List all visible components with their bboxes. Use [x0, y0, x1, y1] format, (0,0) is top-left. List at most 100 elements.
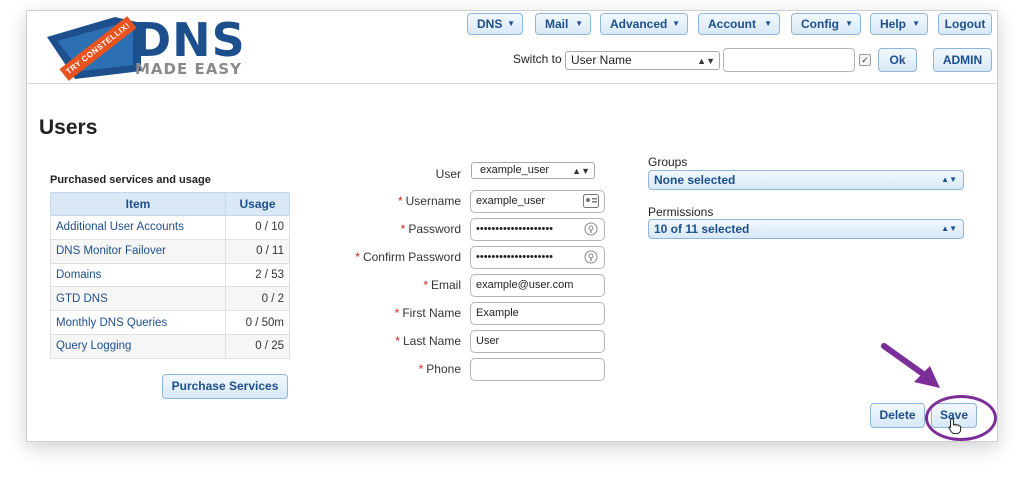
confirm-password-field[interactable]: •••••••••••••••••••• — [470, 246, 605, 269]
permissions-label: Permissions — [648, 205, 714, 219]
confirm-password-value: •••••••••••••••••••• — [476, 251, 554, 263]
table-row: GTD DNS 0 / 2 — [50, 286, 290, 312]
nav-account-label: Account — [708, 17, 756, 31]
nav-config-label: Config — [801, 17, 839, 31]
last-name-label: * Last Name — [301, 334, 461, 348]
password-label: * Password — [301, 222, 461, 236]
page-title: Users — [39, 116, 98, 139]
table-row: DNS Monitor Failover 0 / 11 — [50, 238, 290, 264]
nav-config-menu[interactable]: Config ▼ — [791, 13, 861, 35]
switch-user-input[interactable] — [723, 48, 855, 72]
select-arrows-icon: ▲▼ — [697, 56, 715, 66]
username-field[interactable]: example_user — [470, 190, 605, 213]
phone-label: * Phone — [301, 362, 461, 376]
chevron-down-icon: ▼ — [764, 19, 772, 28]
service-usage: 2 / 53 — [225, 262, 290, 288]
service-item[interactable]: Additional User Accounts — [50, 215, 226, 240]
password-field[interactable]: •••••••••••••••••••• — [470, 218, 605, 241]
service-item[interactable]: Domains — [50, 262, 226, 288]
chevron-down-icon: ▼ — [912, 19, 920, 28]
app-window: TRY CONSTELLIX! DNS MADE EASY DNS ▼ Mail… — [26, 10, 998, 442]
phone-field[interactable] — [470, 358, 605, 381]
table-row: Monthly DNS Queries 0 / 50m — [50, 310, 290, 335]
password-key-icon — [584, 222, 598, 236]
required-mark: * — [355, 250, 360, 264]
select-arrows-icon: ▲▼ — [941, 224, 957, 233]
password-value: •••••••••••••••••••• — [476, 223, 554, 235]
last-name-field[interactable]: User — [470, 330, 605, 353]
required-mark: * — [394, 306, 400, 320]
groups-value: None selected — [654, 173, 736, 187]
services-title: Purchased services and usage — [50, 174, 211, 186]
permissions-value: 10 of 11 selected — [654, 222, 750, 236]
dns-made-easy-logo[interactable]: TRY CONSTELLIX! DNS MADE EASY — [45, 15, 265, 81]
required-mark: * — [400, 222, 406, 236]
first-name-label: * First Name — [301, 306, 461, 320]
first-name-field[interactable]: Example — [470, 302, 605, 325]
ok-button[interactable]: Ok — [878, 48, 917, 72]
select-arrows-icon: ▲▼ — [572, 166, 590, 176]
phone-label-text: Phone — [426, 362, 461, 376]
username-label: * Username — [301, 194, 461, 208]
service-item[interactable]: Monthly DNS Queries — [50, 310, 226, 335]
chevron-down-icon: ▼ — [575, 19, 583, 28]
nav-dns-menu[interactable]: DNS ▼ — [467, 13, 523, 35]
user-select[interactable]: example_user ▲▼ — [471, 162, 595, 179]
annotation-arrow-icon — [881, 343, 940, 388]
purchase-services-button[interactable]: Purchase Services — [162, 374, 288, 399]
switch-to-label: Switch to — [513, 52, 562, 66]
chevron-down-icon: ▼ — [672, 19, 680, 28]
nav-mail-label: Mail — [545, 17, 569, 31]
last-name-label-text: Last Name — [402, 334, 461, 348]
required-mark: * — [418, 362, 424, 376]
confirm-password-label: * Confirm Password — [301, 250, 461, 264]
email-label: * Email — [301, 278, 461, 292]
column-header-usage: Usage — [225, 192, 290, 216]
logout-button[interactable]: Logout — [938, 13, 992, 35]
email-field[interactable]: example@user.com — [470, 274, 605, 297]
username-label-text: Username — [405, 194, 461, 208]
contact-card-icon — [583, 194, 599, 208]
table-header-row: Item Usage — [50, 192, 290, 216]
service-item[interactable]: DNS Monitor Failover — [50, 238, 226, 264]
switch-user-selected: User Name — [571, 53, 632, 67]
chevron-down-icon: ▼ — [507, 19, 515, 28]
required-mark: * — [395, 334, 400, 348]
hand-cursor-icon — [948, 418, 962, 434]
table-row: Domains 2 / 53 — [50, 262, 290, 288]
nav-help-menu[interactable]: Help ▼ — [870, 13, 928, 35]
nav-help-label: Help — [880, 17, 907, 31]
nav-advanced-menu[interactable]: Advanced ▼ — [600, 13, 688, 35]
nav-mail-menu[interactable]: Mail ▼ — [535, 13, 591, 35]
email-label-text: Email — [430, 278, 461, 292]
user-label: User — [435, 167, 461, 181]
groups-label: Groups — [648, 155, 688, 169]
switch-user-checkbox[interactable]: ✓ — [859, 54, 871, 66]
services-table: Item Usage Additional User Accounts 0 / 1… — [50, 192, 290, 359]
column-header-item: Item — [50, 192, 226, 216]
select-arrows-icon: ▲▼ — [941, 175, 957, 184]
service-item[interactable]: GTD DNS — [50, 286, 226, 312]
service-usage: 0 / 2 — [225, 286, 290, 312]
service-usage: 0 / 25 — [225, 333, 290, 359]
logo-wordmark: DNS — [133, 13, 246, 67]
header-bar: TRY CONSTELLIX! DNS MADE EASY DNS ▼ Mail… — [27, 11, 997, 84]
service-usage: 0 / 11 — [225, 238, 290, 264]
service-item[interactable]: Query Logging — [50, 333, 226, 359]
user-select-value: example_user — [480, 164, 550, 176]
nav-dns-label: DNS — [477, 17, 503, 31]
logo-tagline: MADE EASY — [135, 60, 242, 78]
permissions-multiselect[interactable]: 10 of 11 selected ▲▼ — [648, 219, 964, 239]
username-value: example_user — [476, 195, 546, 207]
password-label-text: Password — [408, 222, 461, 236]
confirm-password-label-text: Confirm Password — [362, 250, 461, 264]
admin-button[interactable]: ADMIN — [933, 48, 992, 72]
nav-account-menu[interactable]: Account ▼ — [698, 13, 780, 35]
delete-button[interactable]: Delete — [870, 403, 925, 428]
required-mark: * — [423, 278, 428, 292]
switch-user-select[interactable]: User Name ▲▼ — [565, 51, 720, 70]
nav-advanced-label: Advanced — [610, 17, 668, 31]
service-usage: 0 / 10 — [225, 215, 290, 240]
chevron-down-icon: ▼ — [845, 19, 853, 28]
groups-multiselect[interactable]: None selected ▲▼ — [648, 170, 964, 190]
